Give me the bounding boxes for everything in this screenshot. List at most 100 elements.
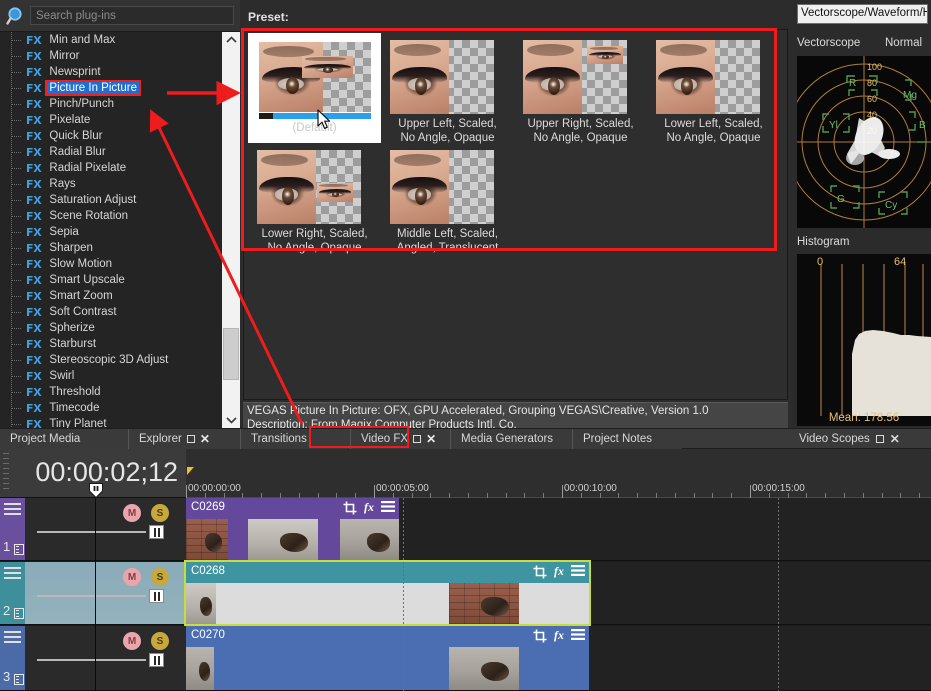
vectorscope-mode[interactable]: Normal (885, 37, 922, 49)
plugin-list-item[interactable]: FX Quick Blur (0, 128, 222, 144)
close-icon[interactable]: ✕ (890, 432, 900, 446)
preset-grid[interactable]: (Default) Upper Left, Scaled, No Angle, O… (244, 30, 789, 255)
tree-branch-icon (12, 136, 22, 137)
plugin-list-item[interactable]: FX Newsprint (0, 64, 222, 80)
plugin-list-item[interactable]: FX Smart Upscale (0, 272, 222, 288)
clip-menu-icon[interactable] (381, 501, 395, 514)
tab-video-fx[interactable]: Video FX ✕ (350, 429, 450, 449)
plugin-list-item[interactable]: FX Picture In Picture (0, 80, 222, 96)
track-header[interactable]: 3 MS (0, 626, 186, 691)
drag-dots[interactable] (3, 453, 9, 493)
plugin-list-item[interactable]: FX Timecode (0, 400, 222, 416)
plugin-list-item[interactable]: FX Tiny Planet (0, 416, 222, 428)
pan-crop-icon[interactable] (533, 565, 547, 579)
plugin-name: Sharpen (49, 242, 93, 254)
timeline-clip[interactable]: C0268 fx (184, 560, 591, 626)
tab-media-generators[interactable]: Media Generators (450, 429, 572, 449)
plugin-list-item[interactable]: FX Soft Contrast (0, 304, 222, 320)
clip-tool-icons[interactable]: fx (533, 628, 585, 643)
track-header[interactable]: 1 MS (0, 498, 186, 561)
pan-crop-icon[interactable] (533, 629, 547, 643)
track-clip-area[interactable]: C0270 fx (186, 626, 931, 691)
tab-transitions[interactable]: Transitions (240, 429, 350, 449)
mute-button[interactable]: M (123, 568, 141, 586)
float-icon[interactable] (413, 435, 422, 443)
playhead-cursor[interactable] (89, 483, 103, 499)
timeline-ruler[interactable]: 00:00:00:00 00:00:05:00 00:00:10:00 00:00:1… (186, 449, 931, 498)
scrollbar-thumb[interactable] (223, 328, 239, 380)
plugin-list-item[interactable]: FX Radial Pixelate (0, 160, 222, 176)
preset-item[interactable]: Lower Left, Scaled, No Angle, Opaque (647, 33, 780, 144)
preset-item[interactable]: Upper Right, Scaled, No Angle, Opaque (514, 33, 647, 144)
clip-menu-icon[interactable] (571, 629, 585, 642)
tree-branch-icon (12, 392, 22, 393)
preset-item[interactable]: Upper Left, Scaled, No Angle, Opaque (381, 33, 514, 144)
timeline-clip[interactable]: C0270 fx (186, 626, 589, 690)
plugin-list-item[interactable]: FX Sharpen (0, 240, 222, 256)
plugin-list-item[interactable]: FX Min and Max (0, 32, 222, 48)
close-icon[interactable]: ✕ (426, 433, 436, 445)
track-clip-area[interactable]: C0268 fx (184, 560, 931, 626)
plugin-list-item[interactable]: FX Sepia (0, 224, 222, 240)
timeline-clip[interactable]: C0269 fx (186, 498, 399, 560)
solo-button[interactable]: S (151, 632, 169, 650)
plugin-list-item[interactable]: FX Swirl (0, 368, 222, 384)
video-scopes-tab[interactable]: Video Scopes ✕ (793, 428, 931, 448)
slider-handle[interactable] (149, 653, 164, 667)
plugin-list-item[interactable]: FX Rays (0, 176, 222, 192)
slider-handle[interactable] (149, 525, 164, 539)
clip-tool-icons[interactable]: fx (533, 564, 585, 579)
tab-project-notes[interactable]: Project Notes (572, 429, 682, 449)
float-icon[interactable] (186, 435, 195, 443)
tab-project-media[interactable]: Project Media (0, 429, 128, 449)
search-icon (5, 5, 27, 27)
track-level-slider[interactable] (37, 531, 146, 533)
plugin-list-item[interactable]: FX Pixelate (0, 112, 222, 128)
plugin-list-item[interactable]: FX Stereoscopic 3D Adjust (0, 352, 222, 368)
plugin-list-item[interactable]: FX Smart Zoom (0, 288, 222, 304)
solo-button[interactable]: S (151, 568, 169, 586)
preset-item[interactable]: Lower Right, Scaled, No Angle, Opaque (248, 143, 381, 254)
track-level-slider[interactable] (37, 659, 146, 661)
plugin-list-item[interactable]: FX Scene Rotation (0, 208, 222, 224)
tab-explorer[interactable]: Explorer ✕ (128, 429, 240, 449)
track-menu-icon[interactable] (4, 503, 21, 518)
solo-button[interactable]: S (151, 504, 169, 522)
plugin-list-item[interactable]: FX Slow Motion (0, 256, 222, 272)
float-icon[interactable] (875, 434, 884, 443)
fx-icon[interactable]: fx (554, 628, 564, 643)
scope-selector-dropdown[interactable]: Vectorscope/Waveform/His (797, 4, 928, 24)
track-clip-area[interactable]: C0269 fx (186, 498, 931, 561)
mute-button[interactable]: M (123, 504, 141, 522)
preset-item[interactable]: (Default) (248, 33, 381, 143)
plugin-list-item[interactable]: FX Radial Blur (0, 144, 222, 160)
plugin-list-scrollbar[interactable] (222, 32, 240, 428)
plugin-list-item[interactable]: FX Pinch/Punch (0, 96, 222, 112)
loop-region-bar[interactable] (186, 467, 931, 477)
bottom-tab-bar[interactable]: Project Media Explorer ✕ Transitions Video F… (0, 428, 793, 449)
slider-handle[interactable] (149, 589, 164, 603)
plugin-list-item[interactable]: FX Starburst (0, 336, 222, 352)
fx-icon[interactable]: fx (364, 500, 374, 515)
plugin-list-item[interactable]: FX Mirror (0, 48, 222, 64)
close-icon[interactable]: ✕ (200, 433, 210, 445)
preset-item[interactable]: Middle Left, Scaled, Angled, Translucent (381, 143, 514, 254)
plugin-list-item[interactable]: FX Threshold (0, 384, 222, 400)
track-menu-icon[interactable] (4, 631, 21, 646)
fx-icon[interactable]: fx (554, 564, 564, 579)
plugin-list[interactable]: FX Min and Max FX Mirror FX Newsprint FX Pictur… (0, 32, 222, 428)
pan-crop-icon[interactable] (343, 501, 357, 515)
scroll-up-icon[interactable] (222, 32, 240, 48)
plugin-list-item[interactable]: FX Saturation Adjust (0, 192, 222, 208)
clip-tool-icons[interactable]: fx (343, 500, 395, 515)
preset-grid-container[interactable]: (Default) Upper Left, Scaled, No Angle, O… (243, 29, 788, 400)
clip-menu-icon[interactable] (571, 565, 585, 578)
search-input[interactable] (30, 6, 234, 25)
track-level-slider[interactable] (37, 595, 146, 597)
track-header[interactable]: 2 MS (0, 562, 186, 625)
plugin-name: Sepia (49, 226, 79, 238)
mute-button[interactable]: M (123, 632, 141, 650)
plugin-list-item[interactable]: FX Spherize (0, 320, 222, 336)
scroll-down-icon[interactable] (222, 412, 240, 428)
track-menu-icon[interactable] (4, 567, 21, 582)
